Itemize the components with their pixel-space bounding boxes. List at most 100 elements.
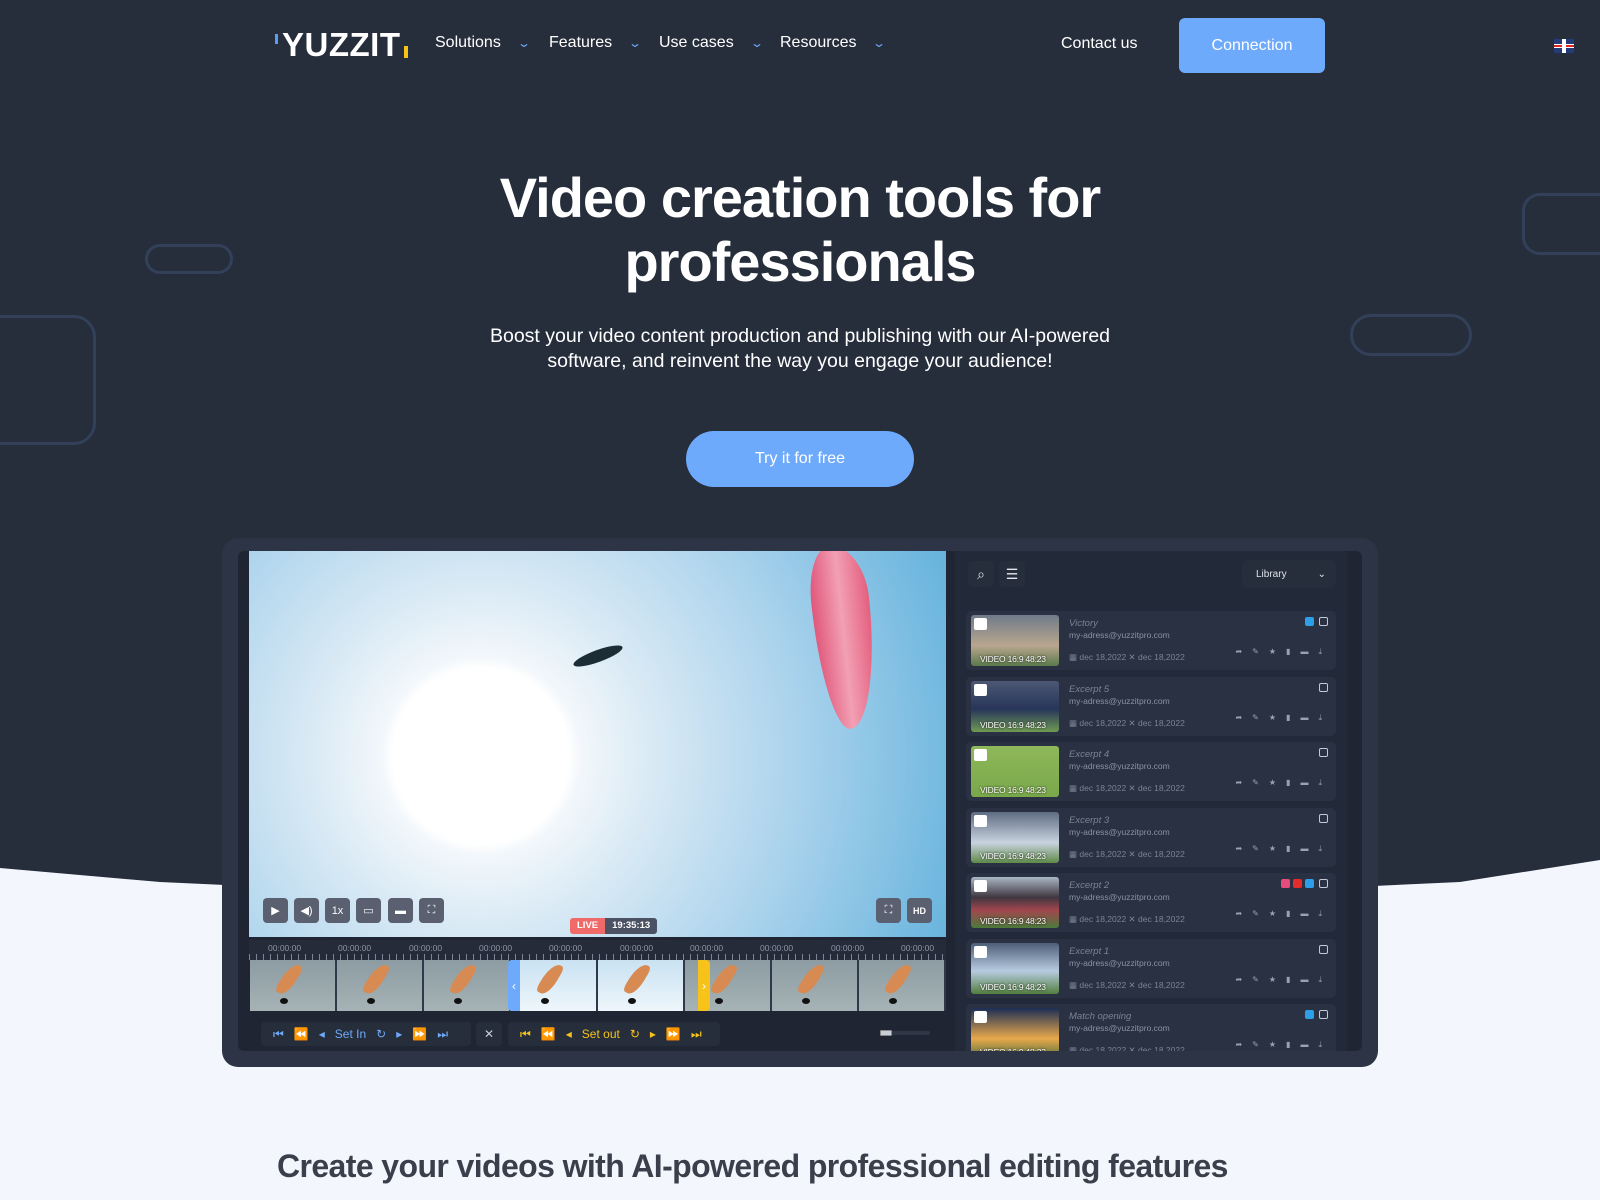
share-icon[interactable]: ➦ (1235, 975, 1242, 985)
library-item[interactable]: VIDEO 16:9 48:23 Excerpt 3 my-adress@yuzzi… (966, 807, 1336, 867)
delete-icon[interactable]: ▮ (1286, 844, 1290, 854)
star-icon[interactable]: ★ (1269, 778, 1276, 788)
item-date: ▦ dec 18,2022 ✕ dec 18,2022 (1069, 980, 1185, 991)
item-date: ▦ dec 18,2022 ✕ dec 18,2022 (1069, 718, 1185, 729)
item-email: my-adress@yuzzitpro.com (1069, 630, 1170, 640)
publish-targets (1305, 1010, 1314, 1019)
item-actions: ➦ ✎ ★ ▮ ▬ ⤓ (1235, 647, 1322, 657)
subtitles-icon[interactable]: ▬ (1300, 909, 1308, 919)
logo-badge-icon (974, 749, 987, 761)
star-icon[interactable]: ★ (1269, 844, 1276, 854)
video-thumbnail[interactable]: VIDEO 16:9 48:23 (971, 746, 1059, 797)
calendar-icon: ▦ (1069, 717, 1080, 728)
item-date-text: dec 18,2022 ✕ dec 18,2022 (1079, 717, 1185, 728)
star-icon[interactable]: ★ (1269, 713, 1276, 723)
subtitles-icon[interactable]: ▬ (1300, 713, 1308, 723)
download-icon[interactable]: ⤓ (1318, 1040, 1322, 1050)
star-icon[interactable]: ★ (1269, 975, 1276, 985)
share-icon[interactable]: ➦ (1235, 778, 1242, 788)
subtitles-icon[interactable]: ▬ (1300, 778, 1308, 788)
item-email: my-adress@yuzzitpro.com (1069, 695, 1170, 706)
item-date-text: dec 18,2022 ✕ dec 18,2022 (1079, 652, 1185, 662)
edit-icon[interactable]: ✎ (1252, 909, 1259, 919)
star-icon[interactable]: ★ (1269, 647, 1276, 657)
library-item[interactable]: VIDEO 16:9 48:23 Excerpt 5 my-adress@yuzzi… (966, 676, 1336, 736)
library-item[interactable]: VIDEO 16:9 48:23 Excerpt 4 my-adress@yuzzi… (966, 742, 1336, 801)
item-actions: ➦ ✎ ★ ▮ ▬ ⤓ (1235, 713, 1322, 723)
item-date: ▦ dec 18,2022 ✕ dec 18,2022 (1069, 849, 1185, 860)
download-icon[interactable]: ⤓ (1318, 909, 1322, 919)
subtitles-icon[interactable]: ▬ (1300, 647, 1308, 657)
share-icon[interactable]: ➦ (1235, 713, 1242, 723)
calendar-icon: ▦ (1069, 652, 1080, 662)
download-icon[interactable]: ⤓ (1318, 778, 1322, 788)
video-thumbnail[interactable]: VIDEO 16:9 48:23 (971, 615, 1059, 666)
download-icon[interactable]: ⤓ (1318, 975, 1322, 985)
item-actions: ➦ ✎ ★ ▮ ▬ ⤓ (1235, 778, 1322, 788)
video-meta: VIDEO 16:9 48:23 (980, 1047, 1046, 1051)
item-date: ▦ dec 18,2022 ✕ dec 18,2022 (1069, 652, 1185, 663)
select-checkbox[interactable] (1319, 682, 1328, 692)
star-icon[interactable]: ★ (1269, 909, 1276, 919)
item-email: my-adress@yuzzitpro.com (1069, 892, 1170, 902)
item-date-text: dec 18,2022 ✕ dec 18,2022 (1079, 979, 1185, 990)
item-title: Excerpt 1 (1069, 945, 1110, 957)
library-item[interactable]: VIDEO 16:9 48:23 Victory my-adress@yuzzitp… (966, 611, 1336, 670)
edit-icon[interactable]: ✎ (1252, 713, 1259, 723)
item-email: my-adress@yuzzitpro.com (1069, 826, 1170, 837)
item-title: Match opening (1069, 1011, 1132, 1022)
calendar-icon: ▦ (1069, 914, 1080, 924)
item-title: Excerpt 2 (1069, 880, 1110, 891)
calendar-icon: ▦ (1069, 1045, 1080, 1051)
delete-icon[interactable]: ▮ (1286, 713, 1290, 723)
star-icon[interactable]: ★ (1269, 1040, 1276, 1050)
select-checkbox[interactable] (1319, 748, 1328, 757)
download-icon[interactable]: ⤓ (1318, 647, 1322, 657)
subtitles-icon[interactable]: ▬ (1300, 975, 1308, 985)
video-thumbnail[interactable]: VIDEO 16:9 48:23 (971, 877, 1059, 928)
select-checkbox[interactable] (1319, 1010, 1328, 1019)
logo-badge-icon (974, 945, 987, 958)
delete-icon[interactable]: ▮ (1286, 1040, 1290, 1050)
subtitles-icon[interactable]: ▬ (1300, 844, 1308, 854)
edit-icon[interactable]: ✎ (1252, 647, 1259, 657)
share-icon[interactable]: ➦ (1235, 647, 1242, 657)
item-actions: ➦ ✎ ★ ▮ ▬ ⤓ (1235, 1040, 1322, 1050)
edit-icon[interactable]: ✎ (1252, 1040, 1259, 1050)
delete-icon[interactable]: ▮ (1286, 909, 1290, 919)
calendar-icon: ▦ (1069, 783, 1080, 793)
video-meta: VIDEO 16:9 48:23 (980, 850, 1046, 861)
item-date-text: dec 18,2022 ✕ dec 18,2022 (1079, 783, 1185, 793)
library-item[interactable]: VIDEO 16:9 48:23 Excerpt 2 my-adress@yuzzi… (966, 873, 1336, 932)
library-item[interactable]: VIDEO 16:9 48:23 Excerpt 1 my-adress@yuzzi… (966, 938, 1336, 998)
subtitles-icon[interactable]: ▬ (1300, 1040, 1308, 1050)
delete-icon[interactable]: ▮ (1286, 778, 1290, 788)
publish-targets (1281, 879, 1314, 888)
delete-icon[interactable]: ▮ (1286, 647, 1290, 657)
item-actions: ➦ ✎ ★ ▮ ▬ ⤓ (1235, 844, 1322, 854)
video-meta: VIDEO 16:9 48:23 (980, 916, 1046, 926)
select-checkbox[interactable] (1319, 813, 1328, 823)
calendar-icon: ▦ (1069, 979, 1080, 990)
edit-icon[interactable]: ✎ (1252, 844, 1259, 854)
video-meta: VIDEO 16:9 48:23 (980, 785, 1046, 795)
share-icon[interactable]: ➦ (1235, 1040, 1242, 1050)
library-item[interactable]: VIDEO 16:9 48:23 Match openingmy-adress@y… (966, 1004, 1336, 1051)
item-title: Excerpt 5 (1069, 683, 1110, 695)
select-checkbox[interactable] (1319, 617, 1328, 626)
video-thumbnail[interactable]: VIDEO 16:9 48:23 (971, 942, 1059, 994)
download-icon[interactable]: ⤓ (1318, 844, 1322, 854)
edit-icon[interactable]: ✎ (1252, 975, 1259, 985)
video-thumbnail[interactable]: VIDEO 16:9 48:23 (971, 1008, 1059, 1051)
delete-icon[interactable]: ▮ (1286, 975, 1290, 985)
select-checkbox[interactable] (1319, 879, 1328, 888)
video-thumbnail[interactable]: VIDEO 16:9 48:23 (971, 811, 1059, 863)
select-checkbox[interactable] (1319, 944, 1328, 954)
download-icon[interactable]: ⤓ (1318, 713, 1322, 723)
item-date: ▦ dec 18,2022 ✕ dec 18,2022 (1069, 783, 1185, 794)
share-icon[interactable]: ➦ (1235, 844, 1242, 854)
share-icon[interactable]: ➦ (1235, 909, 1242, 919)
edit-icon[interactable]: ✎ (1252, 778, 1259, 788)
item-email: my-adress@yuzzitpro.com (1069, 957, 1170, 968)
video-thumbnail[interactable]: VIDEO 16:9 48:23 (971, 680, 1059, 732)
